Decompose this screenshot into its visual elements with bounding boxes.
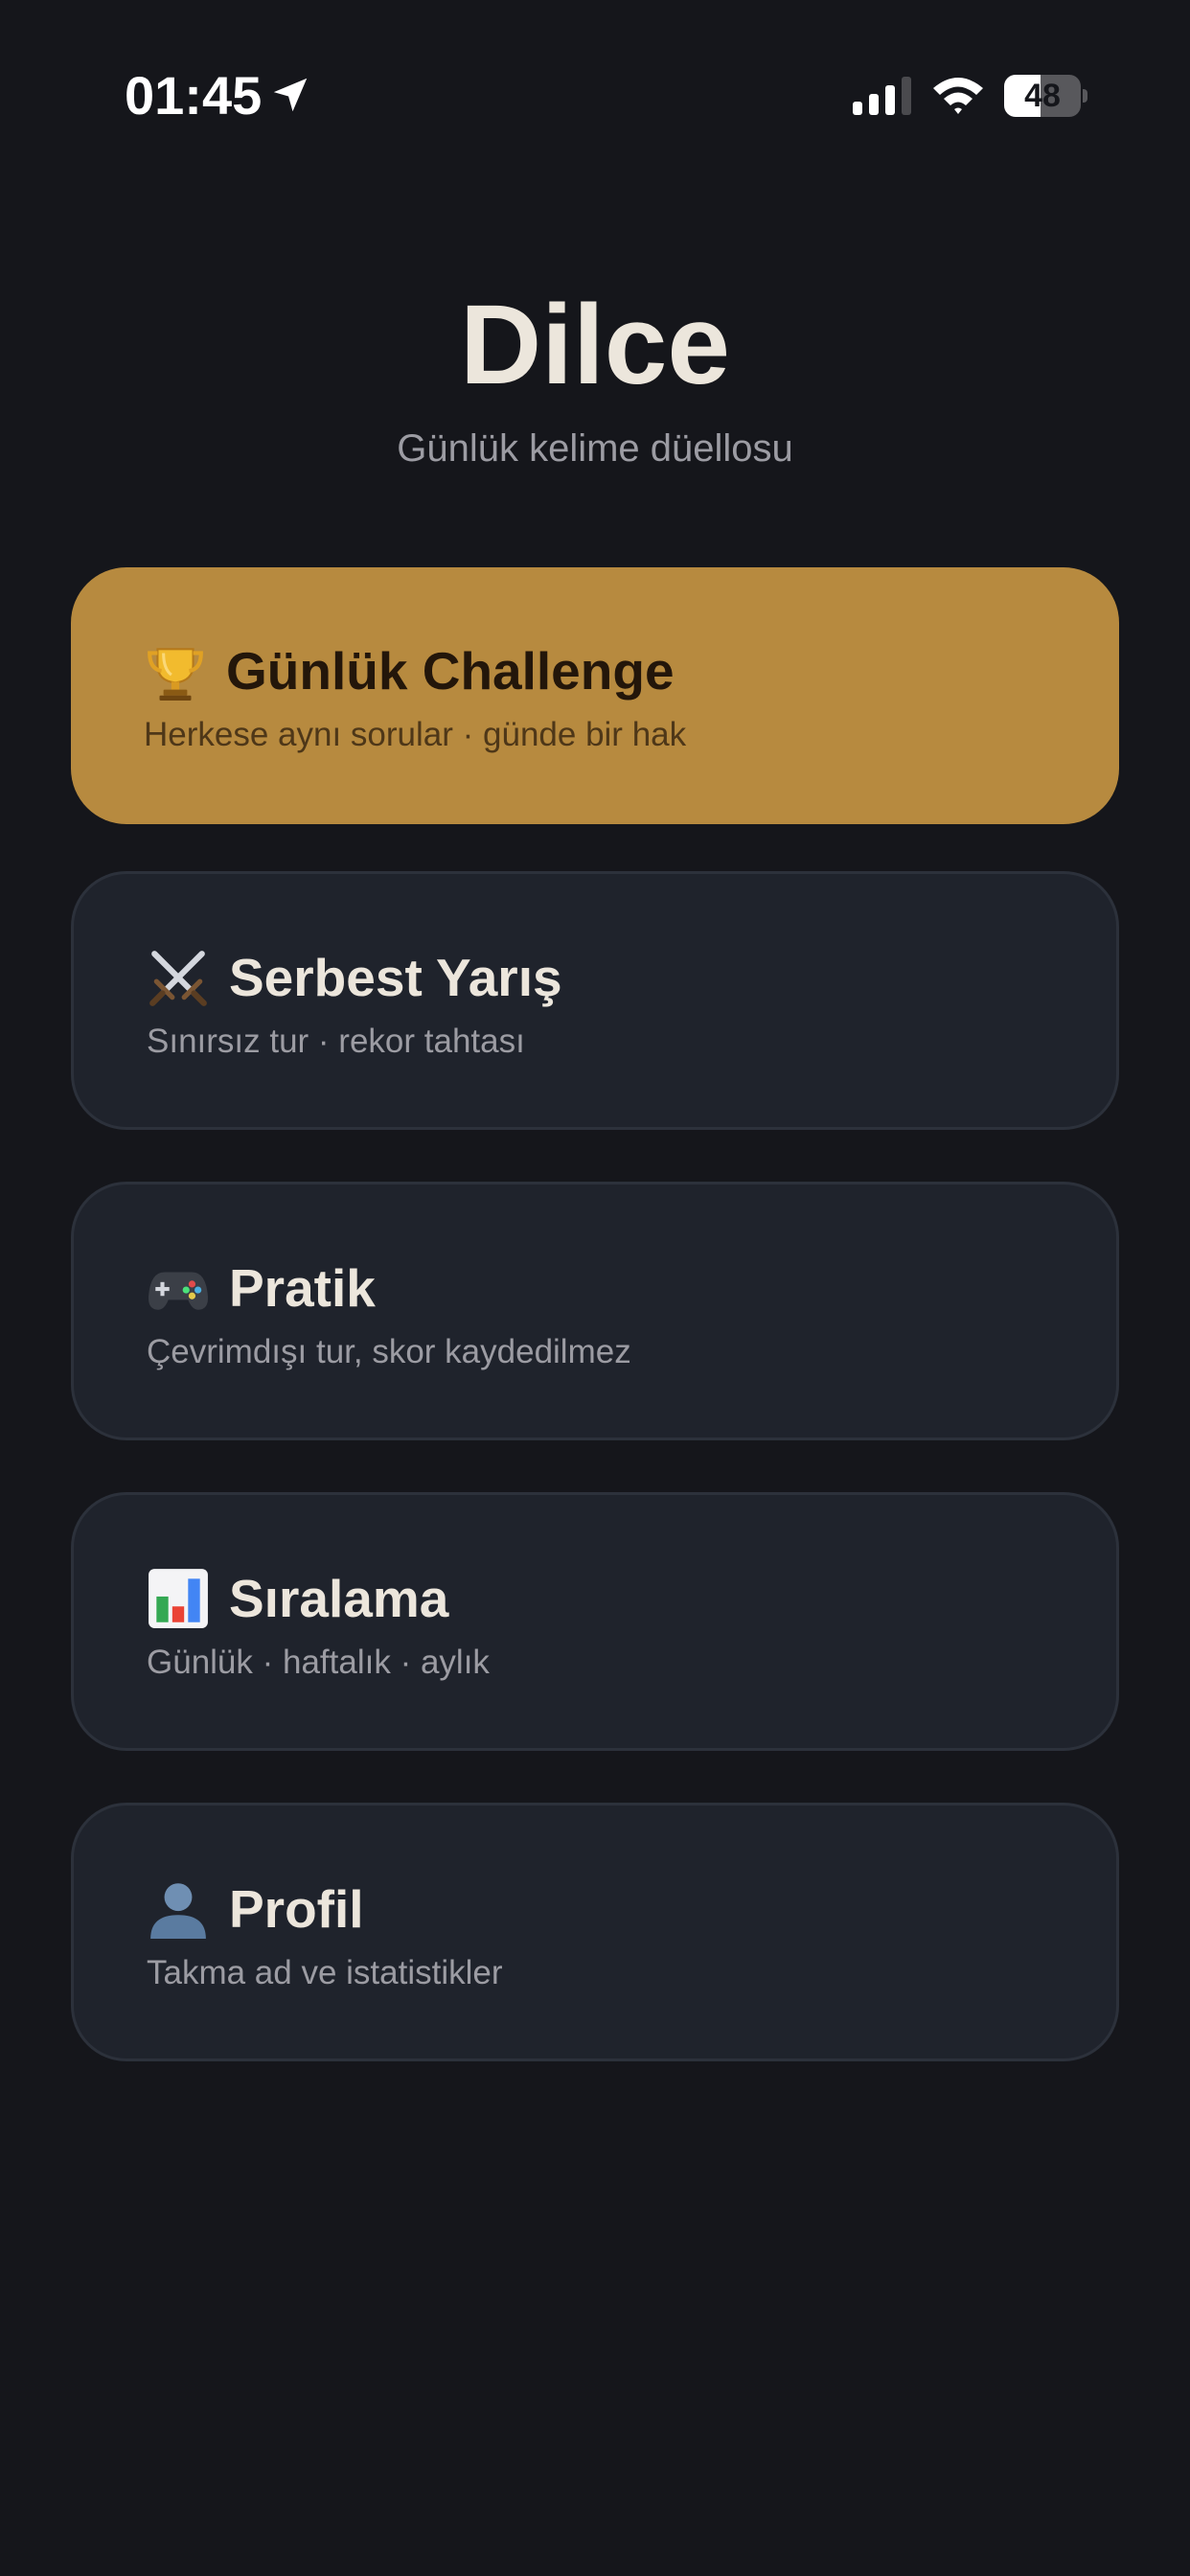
card-subtitle: Sınırsız tur · rekor tahtası [147, 1023, 525, 1060]
card-subtitle: Takma ad ve istatistikler [147, 1954, 503, 1991]
trophy-icon [148, 648, 203, 701]
battery-indicator: 48 [1004, 75, 1087, 117]
card-title-row: Serbest Yarış [147, 943, 562, 1012]
card-title: Profil [229, 1879, 364, 1939]
card-subtitle: Çevrimdışı tur, skor kaydedilmez [147, 1333, 631, 1370]
bar-chart-icon [149, 1569, 208, 1628]
card-title-row: Sıralama [147, 1564, 448, 1633]
profile-button[interactable]: Profil Takma ad ve istatistikler [71, 1803, 1119, 2061]
game-controller-icon [148, 1272, 209, 1310]
card-subtitle: Günlük · haftalık · aylık [147, 1644, 490, 1681]
card-title: Günlük Challenge [226, 641, 675, 701]
location-arrow-icon [273, 78, 308, 112]
cellular-signal-icon [853, 77, 911, 115]
practice-button[interactable]: Pratik Çevrimdışı tur, skor kaydedilmez [71, 1182, 1119, 1440]
app-subtitle: Günlük kelime düellosu [397, 427, 793, 470]
card-title: Serbest Yarış [229, 948, 562, 1007]
card-title: Sıralama [229, 1569, 449, 1628]
user-silhouette-icon [150, 1883, 206, 1939]
battery-body: 48 [1004, 75, 1081, 117]
free-race-button[interactable]: Serbest Yarış Sınırsız tur · rekor tahta… [71, 871, 1119, 1130]
card-title: Pratik [229, 1258, 376, 1318]
status-time: 01:45 [125, 65, 263, 126]
leaderboard-button[interactable]: Sıralama Günlük · haftalık · aylık [71, 1492, 1119, 1751]
card-subtitle: Herkese aynı sorular · günde bir hak [144, 716, 687, 753]
crossed-swords-icon [149, 951, 207, 1006]
status-bar: 01:45 48 [0, 0, 1190, 192]
battery-level: 48 [1024, 78, 1061, 114]
daily-challenge-button[interactable]: Günlük Challenge Herkese aynı sorular · … [71, 567, 1119, 824]
battery-cap [1083, 89, 1087, 103]
wifi-icon [933, 78, 983, 114]
app-title: Dilce [459, 282, 731, 408]
card-title-row: Profil [147, 1874, 364, 1944]
card-title-row: Günlük Challenge [144, 636, 675, 705]
card-title-row: Pratik [147, 1254, 376, 1322]
